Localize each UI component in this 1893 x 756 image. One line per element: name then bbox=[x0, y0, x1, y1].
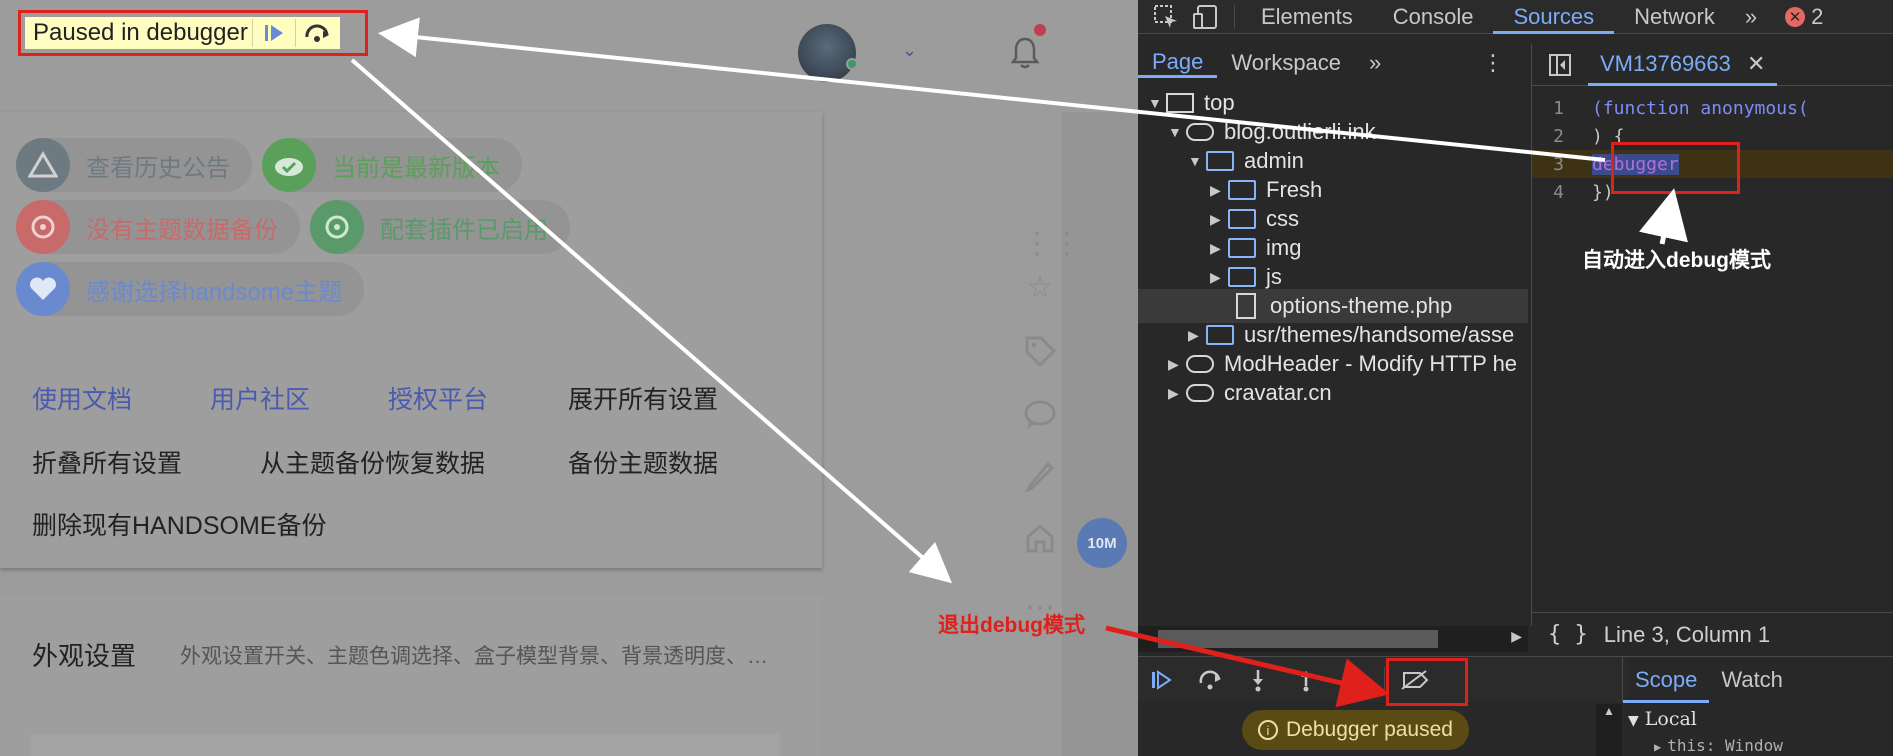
arrow-to-paused-overlay bbox=[378, 17, 1606, 162]
annotation-arrows bbox=[350, 17, 1688, 708]
arrow-to-debugger-line bbox=[1639, 188, 1688, 245]
arrow-to-exit-debug bbox=[350, 58, 953, 584]
arrow-to-deactivate-breakpoints bbox=[1105, 625, 1390, 708]
